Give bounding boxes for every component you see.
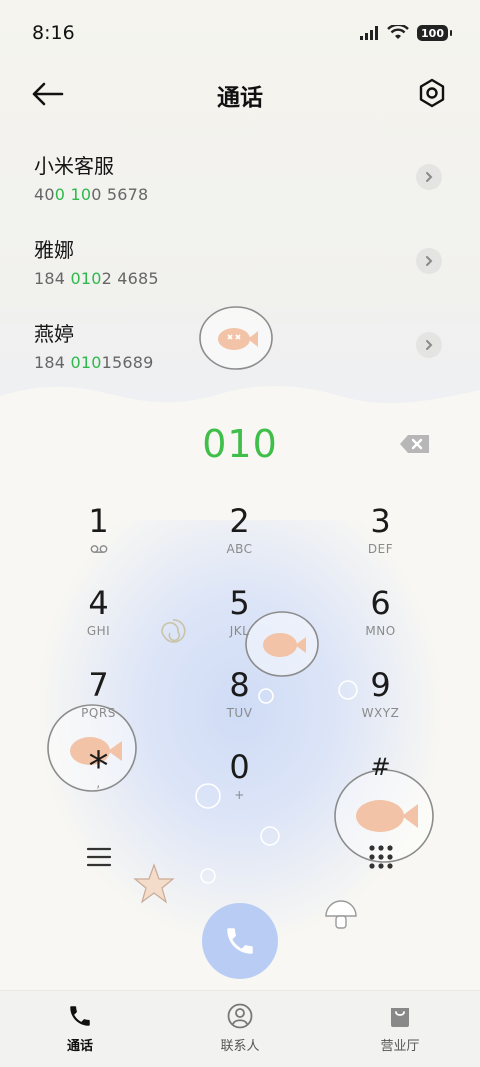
wifi-icon: [387, 25, 409, 39]
phone-icon: [227, 928, 253, 954]
key-star[interactable]: * ,: [28, 736, 169, 818]
page-title: 通话: [217, 85, 263, 111]
dial-keypad: 1 2 ABC 3 DEF 4 GHI 5 JKL 6 MNO 7 PQRS 8…: [28, 490, 452, 818]
nav-tab-contacts[interactable]: 联系人: [160, 991, 320, 1067]
nav-label: 通话: [66, 1039, 93, 1054]
dialpad-grid-icon[interactable]: [368, 844, 394, 870]
settings-hexagon-icon[interactable]: [418, 78, 446, 108]
bag-icon: [391, 1008, 409, 1027]
key-2[interactable]: 2 ABC: [169, 490, 310, 572]
battery-indicator: 100: [417, 25, 452, 41]
key-5[interactable]: 5 JKL: [169, 572, 310, 654]
call-button[interactable]: [202, 903, 278, 979]
status-icons: 100: [359, 25, 452, 41]
nav-tab-service-hall[interactable]: 营业厅: [320, 991, 480, 1067]
header: 通话: [0, 66, 480, 122]
contact-number: 400 100 5678: [34, 185, 149, 204]
key-hash[interactable]: #: [310, 736, 451, 818]
chevron-right-icon[interactable]: [416, 248, 442, 274]
contact-name: 雅娜: [34, 238, 74, 262]
key-8[interactable]: 8 TUV: [169, 654, 310, 736]
chevron-right-icon[interactable]: [416, 332, 442, 358]
mushroom-decoration: [325, 900, 357, 929]
key-3[interactable]: 3 DEF: [310, 490, 451, 572]
contact-row[interactable]: 小米客服 400 100 5678: [0, 140, 480, 224]
key-1[interactable]: 1: [28, 490, 169, 572]
fish-bubble-decoration: [199, 306, 273, 370]
nav-label: 营业厅: [380, 1039, 420, 1054]
nav-tab-calls[interactable]: 通话: [0, 991, 160, 1067]
nav-label: 联系人: [220, 1039, 260, 1054]
person-icon: [227, 1003, 253, 1029]
key-4[interactable]: 4 GHI: [28, 572, 169, 654]
bottom-nav: 通话 联系人 营业厅: [0, 990, 480, 1067]
contact-row[interactable]: 雅娜 184 0102 4685: [0, 224, 480, 308]
phone-icon: [70, 1006, 90, 1026]
signal-icon: [360, 26, 379, 40]
key-7[interactable]: 7 PQRS: [28, 654, 169, 736]
key-0[interactable]: 0 +: [169, 736, 310, 818]
voicemail-icon: [90, 545, 107, 553]
contact-number: 184 0102 4685: [34, 269, 159, 288]
status-bar: 8:16 100: [0, 0, 480, 66]
key-6[interactable]: 6 MNO: [310, 572, 451, 654]
dialer-bottom-controls: [0, 840, 480, 880]
status-time: 8:16: [32, 22, 75, 44]
key-9[interactable]: 9 WXYZ: [310, 654, 451, 736]
contact-name: 小米客服: [34, 154, 114, 178]
chevron-right-icon[interactable]: [416, 164, 442, 190]
backspace-icon[interactable]: [398, 432, 432, 456]
menu-icon[interactable]: [86, 846, 112, 868]
